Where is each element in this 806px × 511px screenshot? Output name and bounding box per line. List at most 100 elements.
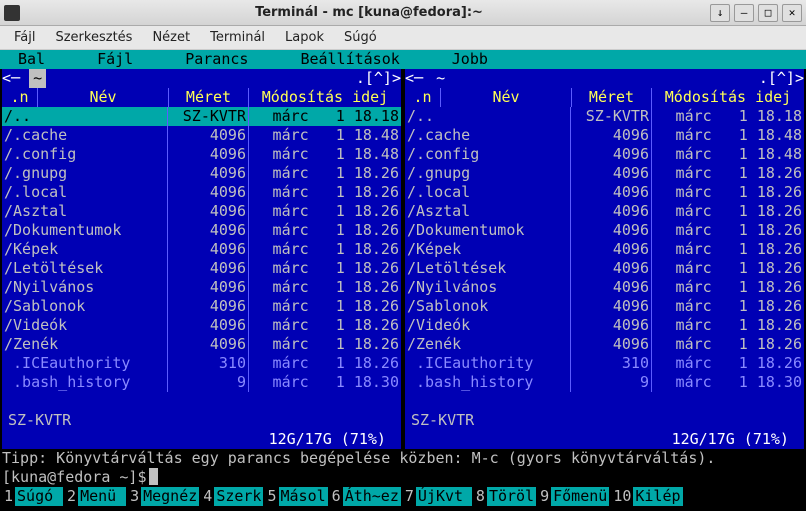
- file-row[interactable]: /Nyilvános4096 márc 1 18.26: [2, 278, 401, 297]
- file-row[interactable]: /Zenék4096 márc 1 18.26: [405, 335, 804, 354]
- fkey-8[interactable]: 8Töröl: [472, 487, 536, 506]
- window-close-button[interactable]: ✕: [782, 4, 802, 22]
- file-size: 4096: [168, 183, 248, 202]
- mc-menu-left[interactable]: Bal: [6, 50, 57, 69]
- col-name[interactable]: Név: [38, 88, 169, 107]
- mc-menu-right[interactable]: Jobb: [440, 50, 500, 69]
- file-row[interactable]: /.local4096 márc 1 18.26: [405, 183, 804, 202]
- file-size: 4096: [168, 145, 248, 164]
- mc-menubar: Bal Fájl Parancs Beállítások Jobb: [0, 50, 806, 69]
- fkey-4[interactable]: 4Szerk: [199, 487, 263, 506]
- right-panel-scroll-left[interactable]: <─: [405, 69, 432, 88]
- file-row[interactable]: /Képek4096 márc 1 18.26: [405, 240, 804, 259]
- file-row[interactable]: .ICEauthority310 márc 1 18.26: [405, 354, 804, 373]
- left-panel-scroll-left[interactable]: <─: [2, 69, 29, 88]
- file-row[interactable]: /.config4096 márc 1 18.48: [2, 145, 401, 164]
- file-row[interactable]: /Sablonok4096 márc 1 18.26: [2, 297, 401, 316]
- fkey-6[interactable]: 6Áth~ez: [328, 487, 401, 506]
- mc-menu-options[interactable]: Beállítások: [288, 50, 411, 69]
- file-date: márc 1 18.26: [249, 221, 401, 240]
- file-row[interactable]: /Asztal4096 márc 1 18.26: [2, 202, 401, 221]
- col-n[interactable]: .n: [405, 88, 441, 107]
- left-panel: <─ ~ .[^]> .n Név Méret Módosítás idej /…: [2, 69, 401, 449]
- col-n[interactable]: .n: [2, 88, 38, 107]
- gtk-menu-view[interactable]: Nézet: [142, 27, 200, 48]
- file-size: 9: [168, 373, 248, 392]
- left-panel-status: SZ-KVTR: [2, 411, 401, 430]
- file-name: /Nyilvános: [2, 278, 167, 297]
- file-row[interactable]: /Dokumentumok4096 márc 1 18.26: [2, 221, 401, 240]
- file-row[interactable]: .bash_history9 márc 1 18.30: [405, 373, 804, 392]
- mc-menu-file[interactable]: Fájl: [85, 50, 145, 69]
- col-name[interactable]: Név: [441, 88, 572, 107]
- window-maximize-button[interactable]: □: [758, 4, 778, 22]
- gtk-menu-edit[interactable]: Szerkesztés: [45, 27, 142, 48]
- right-panel-scroll-right[interactable]: .[^]>: [759, 69, 804, 88]
- file-row[interactable]: /.cache4096 márc 1 18.48: [2, 126, 401, 145]
- file-date: márc 1 18.30: [249, 373, 401, 392]
- col-date[interactable]: Módosítás idej: [652, 88, 804, 107]
- file-name: /Képek: [2, 240, 167, 259]
- file-row[interactable]: .bash_history9 márc 1 18.30: [2, 373, 401, 392]
- mc-menu-command[interactable]: Parancs: [173, 50, 260, 69]
- file-row[interactable]: /Videók4096 márc 1 18.26: [405, 316, 804, 335]
- file-size: 4096: [168, 202, 248, 221]
- file-date: márc 1 18.26: [249, 335, 401, 354]
- gtk-menu-tabs[interactable]: Lapok: [275, 27, 334, 48]
- file-name: /Dokumentumok: [2, 221, 167, 240]
- file-row[interactable]: /..SZ-KVTR márc 1 18.18: [2, 107, 401, 126]
- fkey-3[interactable]: 3Megnéz: [126, 487, 199, 506]
- file-row[interactable]: /Nyilvános4096 márc 1 18.26: [405, 278, 804, 297]
- left-panel-scroll-right[interactable]: .[^]>: [356, 69, 401, 88]
- window-pin-button[interactable]: ↓: [710, 4, 730, 22]
- file-name: /Asztal: [405, 202, 570, 221]
- file-row[interactable]: /Zenék4096 márc 1 18.26: [2, 335, 401, 354]
- file-row[interactable]: /Letöltések4096 márc 1 18.26: [405, 259, 804, 278]
- file-name: .bash_history: [405, 373, 570, 392]
- right-panel: <─ ~ .[^]> .n Név Méret Módosítás idej /…: [405, 69, 804, 449]
- gtk-menu-file[interactable]: Fájl: [4, 27, 45, 48]
- file-size: SZ-KVTR: [571, 107, 651, 126]
- fkey-2[interactable]: 2Menü: [63, 487, 126, 506]
- file-name: /Zenék: [2, 335, 167, 354]
- gtk-menu-help[interactable]: Súgó: [334, 27, 387, 48]
- file-row[interactable]: /Videók4096 márc 1 18.26: [2, 316, 401, 335]
- file-date: márc 1 18.48: [652, 126, 804, 145]
- window-titlebar: Terminál - mc [kuna@fedora]:~ ↓ – □ ✕: [0, 0, 806, 26]
- file-row[interactable]: /Képek4096 márc 1 18.26: [2, 240, 401, 259]
- left-panel-path[interactable]: ~: [29, 69, 46, 88]
- col-date[interactable]: Módosítás idej: [249, 88, 401, 107]
- function-key-bar: 1Súgó2Menü3Megnéz4Szerk5Másol6Áth~ez7ÚjK…: [0, 487, 806, 506]
- file-row[interactable]: /.gnupg4096 márc 1 18.26: [405, 164, 804, 183]
- left-panel-columns: .n Név Méret Módosítás idej: [2, 88, 401, 107]
- file-row[interactable]: /.local4096 márc 1 18.26: [2, 183, 401, 202]
- fkey-10[interactable]: 10Kilép: [609, 487, 682, 506]
- window-minimize-button[interactable]: –: [734, 4, 754, 22]
- right-panel-path[interactable]: ~: [432, 69, 449, 88]
- file-name: /Letöltések: [405, 259, 570, 278]
- col-size[interactable]: Méret: [572, 88, 652, 107]
- file-row[interactable]: /Sablonok4096 márc 1 18.26: [405, 297, 804, 316]
- fkey-9[interactable]: 9Főmenü: [536, 487, 609, 506]
- file-row[interactable]: /Asztal4096 márc 1 18.26: [405, 202, 804, 221]
- file-size: 4096: [168, 316, 248, 335]
- file-row[interactable]: /..SZ-KVTR márc 1 18.18: [405, 107, 804, 126]
- right-panel-body[interactable]: /..SZ-KVTR márc 1 18.18/.cache4096 márc …: [405, 107, 804, 392]
- col-size[interactable]: Méret: [169, 88, 249, 107]
- file-size: 4096: [168, 126, 248, 145]
- left-panel-body[interactable]: /..SZ-KVTR márc 1 18.18/.cache4096 márc …: [2, 107, 401, 392]
- file-size: 4096: [571, 126, 651, 145]
- fkey-5[interactable]: 5Másol: [263, 487, 327, 506]
- file-date: márc 1 18.26: [652, 183, 804, 202]
- file-date: márc 1 18.26: [652, 240, 804, 259]
- file-row[interactable]: .ICEauthority310 márc 1 18.26: [2, 354, 401, 373]
- fkey-7[interactable]: 7ÚjKvt: [401, 487, 472, 506]
- file-row[interactable]: /.cache4096 márc 1 18.48: [405, 126, 804, 145]
- file-row[interactable]: /.config4096 márc 1 18.48: [405, 145, 804, 164]
- file-row[interactable]: /Dokumentumok4096 márc 1 18.26: [405, 221, 804, 240]
- file-row[interactable]: /.gnupg4096 márc 1 18.26: [2, 164, 401, 183]
- gtk-menu-terminal[interactable]: Terminál: [200, 27, 275, 48]
- file-row[interactable]: /Letöltések4096 márc 1 18.26: [2, 259, 401, 278]
- shell-prompt[interactable]: [kuna@fedora ~]$: [0, 468, 806, 487]
- fkey-1[interactable]: 1Súgó: [0, 487, 63, 506]
